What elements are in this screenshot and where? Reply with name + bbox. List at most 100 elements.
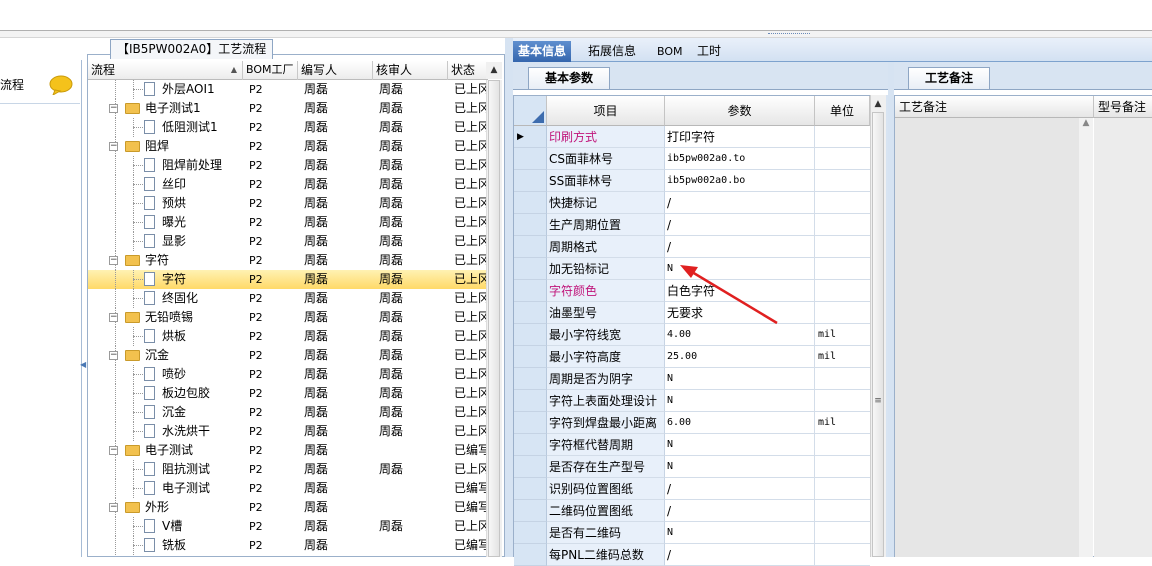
row-indicator[interactable] xyxy=(514,456,547,478)
param-row[interactable]: 最小字符高度 25.00 mil xyxy=(514,346,870,368)
param-row[interactable]: CS面菲林号 ib5pw002a0.to xyxy=(514,148,870,170)
tree-folder-row[interactable]: − 字符 P2 周磊 周磊 已上冈 xyxy=(88,251,488,270)
tab-basic-params[interactable]: 基本参数 xyxy=(528,67,610,89)
param-value-cell[interactable]: ib5pw002a0.bo xyxy=(665,170,815,192)
tab-bom[interactable]: BOM xyxy=(652,41,688,62)
tree-row[interactable]: 电子测试 P2 周磊 已编写 xyxy=(88,479,488,498)
collapse-node-icon[interactable]: − xyxy=(109,313,118,322)
row-indicator[interactable] xyxy=(514,148,547,170)
tree-row[interactable]: 沉金 P2 周磊 周磊 已上冈 xyxy=(88,403,488,422)
note-scrollbar[interactable]: ▲ xyxy=(1079,118,1093,557)
param-value-cell[interactable]: N xyxy=(665,522,815,544)
splitter-grip[interactable] xyxy=(768,33,810,36)
tree-row[interactable]: 喷砂 P2 周磊 周磊 已上冈 xyxy=(88,365,488,384)
param-row[interactable]: SS面菲林号 ib5pw002a0.bo xyxy=(514,170,870,192)
param-row[interactable]: 字符上表面处理设计 N xyxy=(514,390,870,412)
params-scrollbar-thumb[interactable] xyxy=(872,112,884,557)
param-row[interactable]: 是否存在生产型号 N xyxy=(514,456,870,478)
collapse-arrow-icon[interactable]: ◀ xyxy=(80,360,86,390)
column-header-model-note[interactable]: 型号备注 xyxy=(1094,96,1152,118)
column-header-writer[interactable]: 编写人 xyxy=(298,61,373,80)
collapse-node-icon[interactable]: − xyxy=(109,104,118,113)
column-header-status[interactable]: 状态 xyxy=(448,61,488,80)
tree-row[interactable]: 水洗烘干 P2 周磊 周磊 已上冈 xyxy=(88,422,488,441)
tree-row[interactable]: 字符 P2 周磊 周磊 已上冈 xyxy=(88,270,488,289)
param-row[interactable]: 识别码位置图纸 / xyxy=(514,478,870,500)
tab-extended-info[interactable]: 拓展信息 xyxy=(583,41,641,62)
tree-row[interactable]: 丝印 P2 周磊 周磊 已上冈 xyxy=(88,175,488,194)
param-row[interactable]: 字符到焊盘最小距离 6.00 mil xyxy=(514,412,870,434)
tree-folder-row[interactable]: − 沉金 P2 周磊 周磊 已上冈 xyxy=(88,346,488,365)
process-note-textarea[interactable] xyxy=(895,118,1093,557)
param-value-cell[interactable]: N xyxy=(665,456,815,478)
row-indicator[interactable] xyxy=(514,412,547,434)
param-value-cell[interactable]: 6.00 xyxy=(665,412,815,434)
tree-folder-row[interactable]: − 电子测试 P2 周磊 已编写 xyxy=(88,441,488,460)
row-indicator[interactable] xyxy=(514,302,547,324)
tree-folder-row[interactable]: − 阻焊 P2 周磊 周磊 已上冈 xyxy=(88,137,488,156)
row-indicator[interactable] xyxy=(514,478,547,500)
row-indicator[interactable] xyxy=(514,258,547,280)
tree-row[interactable]: V槽 P2 周磊 周磊 已上冈 xyxy=(88,517,488,536)
param-value-cell[interactable]: / xyxy=(665,544,815,566)
tree-row[interactable]: 低阻测试1 P2 周磊 周磊 已上冈 xyxy=(88,118,488,137)
row-indicator[interactable] xyxy=(514,368,547,390)
collapse-node-icon[interactable]: − xyxy=(109,256,118,265)
param-value-cell[interactable]: N xyxy=(665,368,815,390)
param-value-cell[interactable]: N xyxy=(665,434,815,456)
tree-row[interactable]: 预烘 P2 周磊 周磊 已上冈 xyxy=(88,194,488,213)
param-value-cell[interactable]: / xyxy=(665,214,815,236)
param-value-cell[interactable]: N xyxy=(665,390,815,412)
param-value-cell[interactable]: 打印字符 xyxy=(665,126,815,148)
collapse-node-icon[interactable]: − xyxy=(109,142,118,151)
tree-folder-row[interactable]: − 无铅喷锡 P2 周磊 周磊 已上冈 xyxy=(88,308,488,327)
row-indicator[interactable] xyxy=(514,544,547,566)
tab-basic-info[interactable]: 基本信息 xyxy=(513,41,572,62)
column-header-process-note[interactable]: 工艺备注 xyxy=(895,96,1094,118)
collapse-node-icon[interactable]: − xyxy=(109,503,118,512)
tab-process-notes[interactable]: 工艺备注 xyxy=(908,67,990,89)
param-row[interactable]: 生产周期位置 / xyxy=(514,214,870,236)
column-header-param[interactable]: 参数 xyxy=(665,96,815,126)
param-row[interactable]: 周期是否为阴字 N xyxy=(514,368,870,390)
row-indicator[interactable] xyxy=(514,522,547,544)
param-value-cell[interactable]: 25.00 xyxy=(665,346,815,368)
column-header-reviewer[interactable]: 核审人 xyxy=(373,61,448,80)
param-value-cell[interactable]: / xyxy=(665,478,815,500)
row-indicator[interactable] xyxy=(514,214,547,236)
row-indicator[interactable] xyxy=(514,170,547,192)
column-header-item[interactable]: 项目 xyxy=(547,96,665,126)
row-indicator[interactable] xyxy=(514,324,547,346)
tree-row[interactable]: 显影 P2 周磊 周磊 已上冈 xyxy=(88,232,488,251)
tree-row[interactable]: 阻抗测试 P2 周磊 周磊 已上冈 xyxy=(88,460,488,479)
param-row[interactable]: 字符框代替周期 N xyxy=(514,434,870,456)
scroll-up-icon[interactable]: ▲ xyxy=(486,62,502,79)
model-note-textarea[interactable] xyxy=(1094,118,1152,557)
column-header-flow[interactable]: 流程 ▲ xyxy=(88,61,243,80)
column-header-bom[interactable]: BOM工厂 xyxy=(243,61,298,80)
tree-row[interactable]: 板边包胶 P2 周磊 周磊 已上冈 xyxy=(88,384,488,403)
scroll-up-icon[interactable]: ▲ xyxy=(870,96,886,112)
tree-row[interactable]: 曝光 P2 周磊 周磊 已上冈 xyxy=(88,213,488,232)
tab-labor-hours[interactable]: 工时 xyxy=(692,41,726,62)
tree-folder-row[interactable]: − 电子测试1 P2 周磊 周磊 已上冈 xyxy=(88,99,488,118)
param-row[interactable]: 快捷标记 / xyxy=(514,192,870,214)
tree-row[interactable]: 终固化 P2 周磊 周磊 已上冈 xyxy=(88,289,488,308)
vertical-splitter[interactable] xyxy=(505,38,513,557)
param-row[interactable]: 二维码位置图纸 / xyxy=(514,500,870,522)
tree-row[interactable]: 阻焊前处理 P2 周磊 周磊 已上冈 xyxy=(88,156,488,175)
chat-bubble-icon[interactable] xyxy=(48,75,74,95)
panel-collapse-band[interactable] xyxy=(0,31,1152,38)
param-value-cell[interactable]: ib5pw002a0.to xyxy=(665,148,815,170)
row-indicator[interactable] xyxy=(514,192,547,214)
row-indicator[interactable] xyxy=(514,434,547,456)
row-indicator[interactable] xyxy=(514,236,547,258)
tree-scrollbar-thumb[interactable] xyxy=(488,80,500,557)
row-indicator[interactable] xyxy=(514,500,547,522)
param-value-cell[interactable]: / xyxy=(665,500,815,522)
column-header-unit[interactable]: 单位 xyxy=(815,96,870,126)
collapse-node-icon[interactable]: − xyxy=(109,446,118,455)
collapse-node-icon[interactable]: − xyxy=(109,351,118,360)
row-indicator[interactable] xyxy=(514,390,547,412)
param-row[interactable]: ▶ 印刷方式 打印字符 xyxy=(514,126,870,148)
